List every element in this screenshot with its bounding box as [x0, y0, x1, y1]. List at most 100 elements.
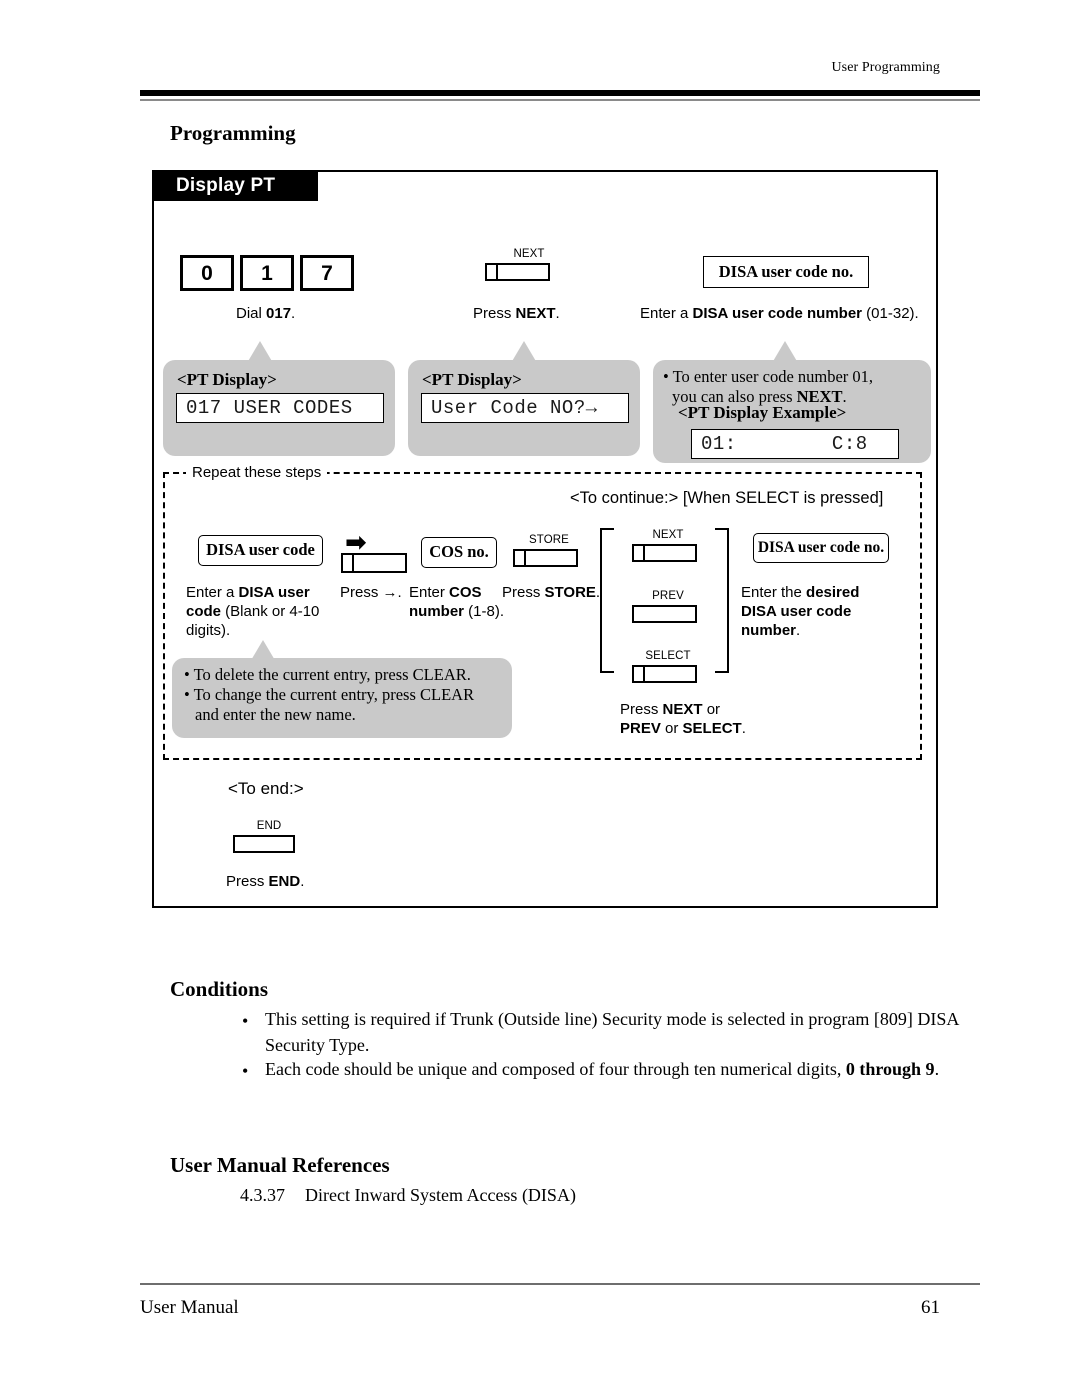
nav-cap-l2-bold1: PREV	[620, 720, 661, 738]
running-header: User Programming	[831, 60, 940, 75]
softkey-select[interactable]: SELECT	[632, 650, 704, 683]
end-cap-suffix: .	[300, 873, 305, 890]
clear-hint-text: • To delete the current entry, press CLE…	[184, 665, 506, 725]
conditions-heading: Conditions	[170, 977, 269, 1001]
cos-no-box-label: COS no.	[429, 542, 489, 562]
softkey-next-1-label: NEXT	[513, 248, 545, 260]
code-no-caption-suffix: (01-32).	[862, 305, 919, 322]
store-caption: Press STORE.	[502, 583, 600, 602]
softkey-next-2-label: NEXT	[652, 529, 684, 541]
softkey-arrow[interactable]	[341, 553, 407, 573]
keypad-key-1-label: 1	[261, 261, 273, 285]
reference-number: 4.3.37	[240, 1185, 285, 1205]
header-rule-thick	[140, 90, 980, 96]
references-heading: User Manual References	[170, 1153, 390, 1177]
keypad-key-7-label: 7	[321, 261, 333, 285]
cos-cap-l1-bold: COS	[449, 584, 482, 601]
dial-caption-bold: 017	[266, 305, 292, 322]
footer-rule	[140, 1283, 980, 1285]
nav-cap-l1-bold: NEXT	[662, 701, 703, 718]
display-pt-tab-label: Display PT	[176, 174, 276, 196]
clear-hint-line3: and enter the new name.	[195, 705, 356, 725]
bubble-3-line1: • To enter user code number 01,	[663, 367, 874, 386]
footer-left: User Manual	[140, 1297, 239, 1318]
disa-code-cap-l2-rest: (Blank or 4-10	[221, 603, 320, 621]
nav-cap-l1-prefix: Press	[620, 701, 663, 718]
conditions-item-2-post: .	[934, 1059, 940, 1079]
footer-page-number: 61	[921, 1297, 940, 1318]
desired-cap-l2-suffix: .	[796, 622, 801, 640]
disa-user-code-box: DISA user code	[198, 535, 323, 566]
nav-bracket-left	[600, 528, 614, 673]
cos-cap-l1-prefix: Enter	[409, 584, 450, 601]
conditions-item-1: This setting is required if Trunk (Outsi…	[265, 1007, 971, 1058]
nav-bracket-right	[715, 528, 729, 673]
end-caption: Press END.	[226, 872, 304, 891]
code-no-caption-bold: DISA user code number	[692, 305, 863, 322]
code-no-caption: Enter a DISA user code number (01-32).	[640, 304, 919, 323]
end-cap-prefix: Press	[226, 873, 269, 890]
next-caption-prefix: Press	[473, 305, 516, 322]
cos-cap-l2-rest: (1-8).	[464, 603, 505, 621]
softkey-store-body	[513, 549, 578, 567]
conditions-item-2: Each code should be unique and composed …	[265, 1057, 971, 1083]
softkey-prev-body	[632, 605, 697, 623]
softkey-next-2[interactable]: NEXT	[632, 529, 704, 562]
cos-cap-l2-bold: number	[409, 603, 465, 621]
nav-cap-l2-mid: or	[660, 720, 683, 738]
pt-display-bubble-3-title: <PT Display Example>	[678, 403, 847, 422]
dial-caption-suffix: .	[291, 305, 296, 322]
arrow-caption: Press →.	[340, 584, 402, 601]
cos-no-box: COS no.	[421, 537, 497, 568]
clear-hint-line1: • To delete the current entry, press CLE…	[184, 665, 471, 684]
pt-display-bubble-1-title: <PT Display>	[177, 370, 277, 389]
softkey-store-label: STORE	[529, 534, 569, 546]
disa-code-cap-l3: digits).	[186, 622, 231, 640]
store-cap-prefix: Press	[502, 584, 545, 601]
cos-caption: Enter COS number (1-8).	[409, 583, 514, 621]
conditions-item-2-bold: 0 through 9	[845, 1059, 935, 1079]
disa-user-code-caption: Enter a DISA user code (Blank or 4-10 digi…	[186, 583, 331, 641]
disa-user-code-no-box-2-label: DISA user code no.	[757, 539, 885, 557]
softkey-end-body	[233, 835, 295, 853]
softkey-store-led	[515, 551, 526, 565]
disa-code-cap-l1-prefix: Enter a	[186, 584, 239, 601]
next-caption-bold: NEXT	[515, 305, 556, 322]
to-continue-label: <To continue:> [When SELECT is pressed]	[570, 489, 884, 507]
keypad-key-0[interactable]: 0	[180, 255, 234, 291]
keypad-key-1[interactable]: 1	[240, 255, 294, 291]
repeat-steps-label: Repeat these steps	[186, 465, 328, 480]
softkey-end-label: END	[256, 820, 282, 832]
display-pt-tab: Display PT	[152, 170, 318, 201]
keypad-key-7[interactable]: 7	[300, 255, 354, 291]
lcd-screen-3: 01: C:8	[691, 429, 899, 459]
desired-cap-l1-prefix: Enter the	[741, 584, 807, 601]
pt-display-bubble-3-text: • To enter user code number 01, you can …	[663, 367, 925, 407]
lcd-screen-2: User Code NO?→	[421, 393, 629, 423]
conditions-item-2-pre: Each code should be unique and composed …	[265, 1059, 846, 1079]
softkey-prev[interactable]: PREV	[632, 590, 704, 623]
conditions-bullet-1: •	[242, 1011, 249, 1031]
softkey-end[interactable]: END	[233, 820, 305, 853]
softkey-next-1-body	[485, 263, 550, 281]
keypad-key-0-label: 0	[201, 261, 213, 285]
softkey-store[interactable]: STORE	[513, 534, 585, 567]
softkey-next-1-led	[487, 265, 498, 279]
softkey-next-2-led	[634, 546, 645, 560]
pt-display-bubble-2-title: <PT Display>	[422, 370, 522, 389]
conditions-item-1-text: This setting is required if Trunk (Outsi…	[265, 1009, 959, 1055]
softkey-select-body	[632, 665, 697, 683]
nav-keys-caption: Press NEXT or PREV or SELECT.	[620, 700, 760, 738]
disa-user-code-no-box-1-label: DISA user code no.	[718, 261, 854, 281]
reference-text: Direct Inward System Access (DISA)	[305, 1185, 576, 1205]
store-cap-bold: STORE	[544, 584, 596, 601]
softkey-next-2-body	[632, 544, 697, 562]
dial-caption: Dial 017.	[236, 304, 295, 323]
lcd-screen-1: 017 USER CODES	[176, 393, 384, 423]
nav-cap-l1-suffix: or	[702, 701, 721, 718]
disa-user-code-no-box-2: DISA user code no.	[753, 533, 889, 563]
conditions-bullet-2: •	[242, 1061, 249, 1081]
softkey-prev-label: PREV	[652, 590, 684, 602]
softkey-next-1[interactable]: NEXT	[485, 248, 573, 281]
code-no-caption-prefix: Enter a	[640, 305, 693, 322]
